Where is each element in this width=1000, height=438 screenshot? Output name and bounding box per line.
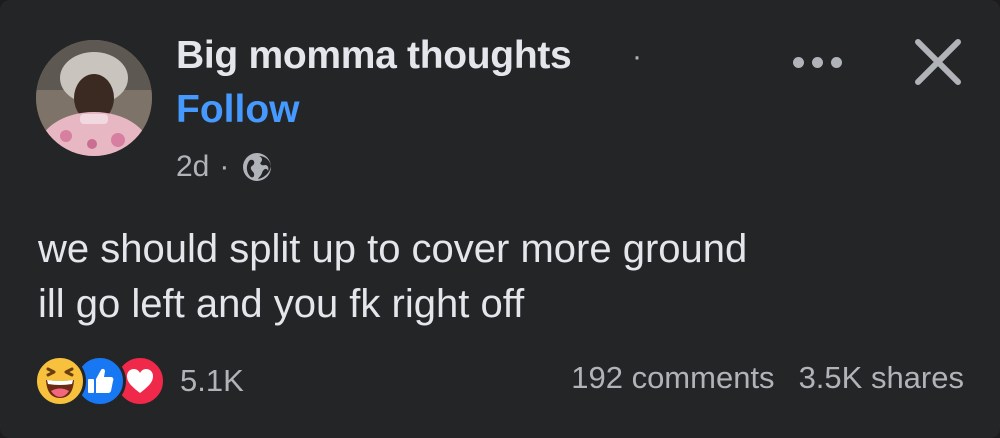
post-timestamp[interactable]: 2d xyxy=(176,150,209,184)
close-icon[interactable] xyxy=(908,36,968,88)
reactions-count[interactable]: 5.1K xyxy=(180,363,244,399)
shares-count[interactable]: 3.5K shares xyxy=(799,360,964,396)
more-options-button[interactable] xyxy=(782,44,852,80)
reactions-summary[interactable]: 5.1K xyxy=(34,355,244,407)
comments-count[interactable]: 192 comments xyxy=(571,360,774,396)
name-separator: · xyxy=(632,40,642,73)
post-text-line: ill go left and you fk right off xyxy=(38,282,525,326)
more-dot xyxy=(792,56,804,68)
more-dot xyxy=(811,56,823,68)
more-dot xyxy=(830,56,842,68)
meta-separator: · xyxy=(219,150,230,183)
avatar-image xyxy=(36,40,152,156)
post-text-line: we should split up to cover more ground xyxy=(38,227,748,271)
post-body: we should split up to cover more ground … xyxy=(38,222,747,332)
post-card: Big momma thoughts · Follow 2d · we shou… xyxy=(0,0,1000,438)
haha-reaction-icon xyxy=(34,355,86,407)
page-name[interactable]: Big momma thoughts xyxy=(176,34,572,78)
post-meta: 2d · xyxy=(176,150,273,184)
globe-icon[interactable] xyxy=(241,151,273,183)
page-avatar[interactable] xyxy=(36,40,152,156)
engagement-stats: 192 comments 3.5K shares xyxy=(571,360,964,396)
follow-button[interactable]: Follow xyxy=(176,88,299,132)
